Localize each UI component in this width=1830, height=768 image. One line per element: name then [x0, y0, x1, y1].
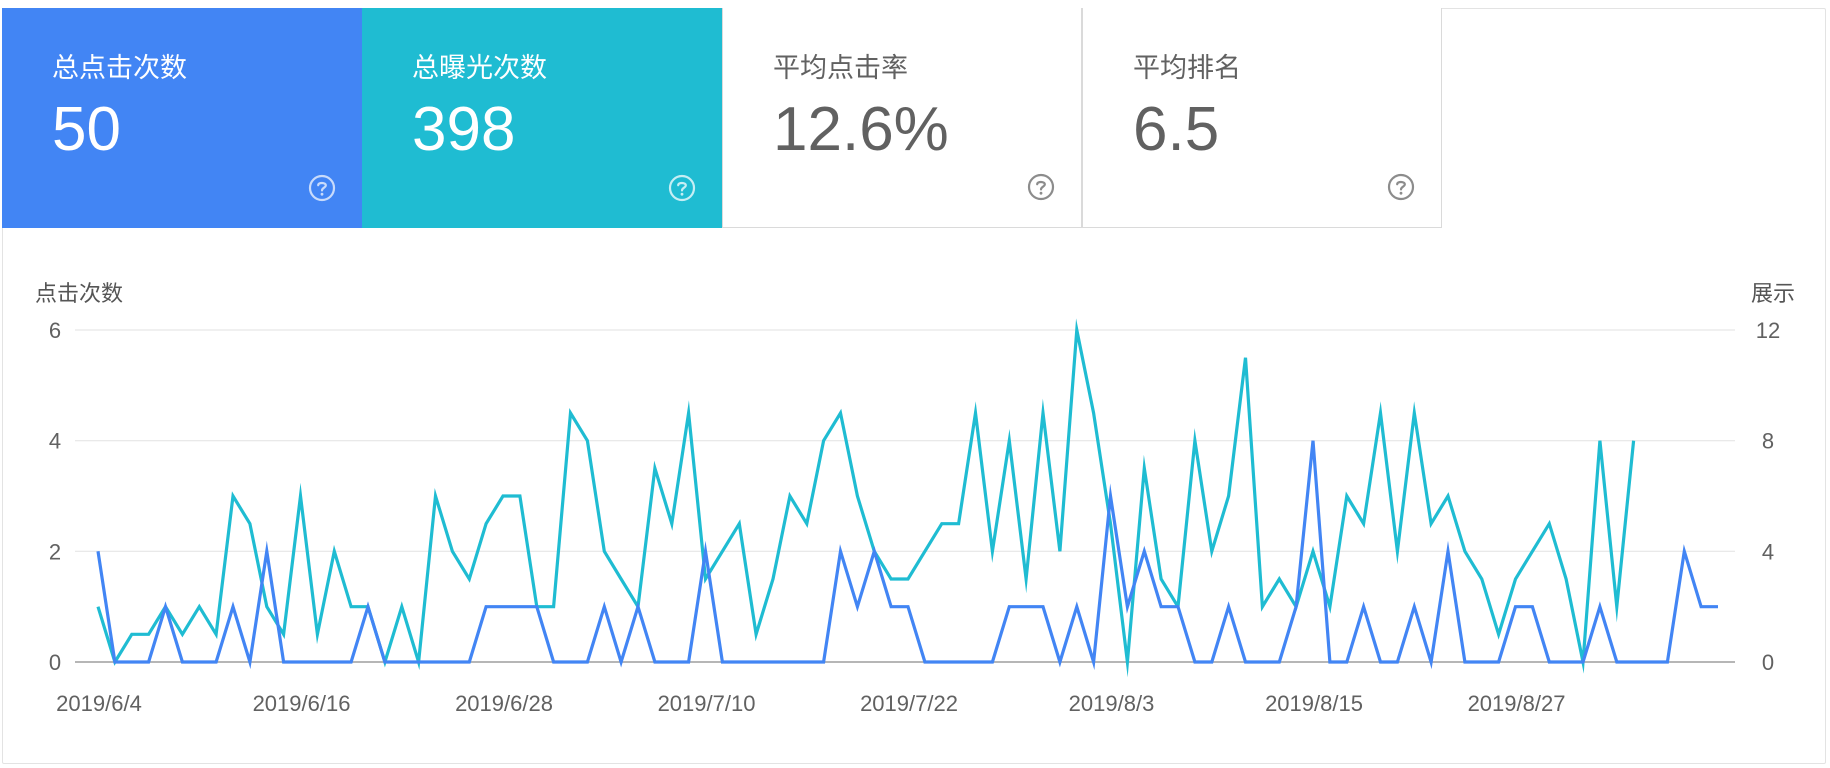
card-value: 398 — [412, 95, 516, 164]
card-value: 6.5 — [1133, 95, 1220, 164]
help-circle-icon[interactable] — [308, 174, 336, 202]
series-line-impressions[interactable] — [96, 318, 1636, 678]
performance-chart: 点击次数 展示 0 2 4 6 0 4 8 12 2019/6/4 2019/6/16 2019… — [35, 281, 1795, 716]
x-tick-label: 2019/6/28 — [455, 691, 553, 716]
x-tick-label: 2019/7/22 — [860, 691, 958, 716]
x-tick-label: 2019/8/27 — [1468, 691, 1566, 716]
help-circle-icon[interactable] — [668, 174, 696, 202]
x-tick-label: 2019/6/16 — [253, 691, 351, 716]
card-average-position[interactable]: 平均排名 6.5 — [1082, 8, 1442, 228]
y-axis-left-title: 点击次数 — [35, 281, 123, 306]
x-tick-label: 2019/7/10 — [658, 691, 756, 716]
performance-chart-area: 点击次数 展示 0 2 4 6 0 4 8 12 2019/6/4 2019/6/16 2019… — [0, 240, 1830, 760]
card-total-impressions[interactable]: 总曝光次数 398 — [362, 8, 722, 228]
x-tick-label: 2019/6/4 — [56, 691, 142, 716]
card-label: 平均点击率 — [773, 53, 908, 83]
y-tick-right: 0 — [1762, 650, 1774, 675]
card-value: 12.6% — [773, 95, 949, 164]
y-tick-left: 0 — [49, 650, 61, 675]
card-label: 平均排名 — [1133, 53, 1241, 83]
y-tick-right: 4 — [1762, 539, 1774, 564]
card-label: 总曝光次数 — [412, 53, 547, 83]
y-tick-left: 6 — [49, 318, 61, 343]
help-circle-icon[interactable] — [1387, 173, 1415, 201]
card-average-ctr[interactable]: 平均点击率 12.6% — [722, 8, 1082, 228]
y-tick-right: 8 — [1762, 429, 1774, 454]
y-tick-left: 4 — [49, 429, 61, 454]
help-circle-icon[interactable] — [1027, 173, 1055, 201]
y-tick-left: 2 — [49, 539, 61, 564]
metric-cards: 总点击次数 50 总曝光次数 398 平均点击率 12.6% 平均排名 6.5 — [2, 8, 1442, 228]
card-total-clicks[interactable]: 总点击次数 50 — [2, 8, 362, 228]
x-tick-label: 2019/8/15 — [1265, 691, 1363, 716]
card-value: 50 — [52, 95, 121, 164]
y-axis-right-title: 展示 — [1751, 281, 1795, 306]
y-tick-right: 12 — [1756, 318, 1780, 343]
card-label: 总点击次数 — [52, 53, 187, 83]
x-tick-label: 2019/8/3 — [1069, 691, 1155, 716]
